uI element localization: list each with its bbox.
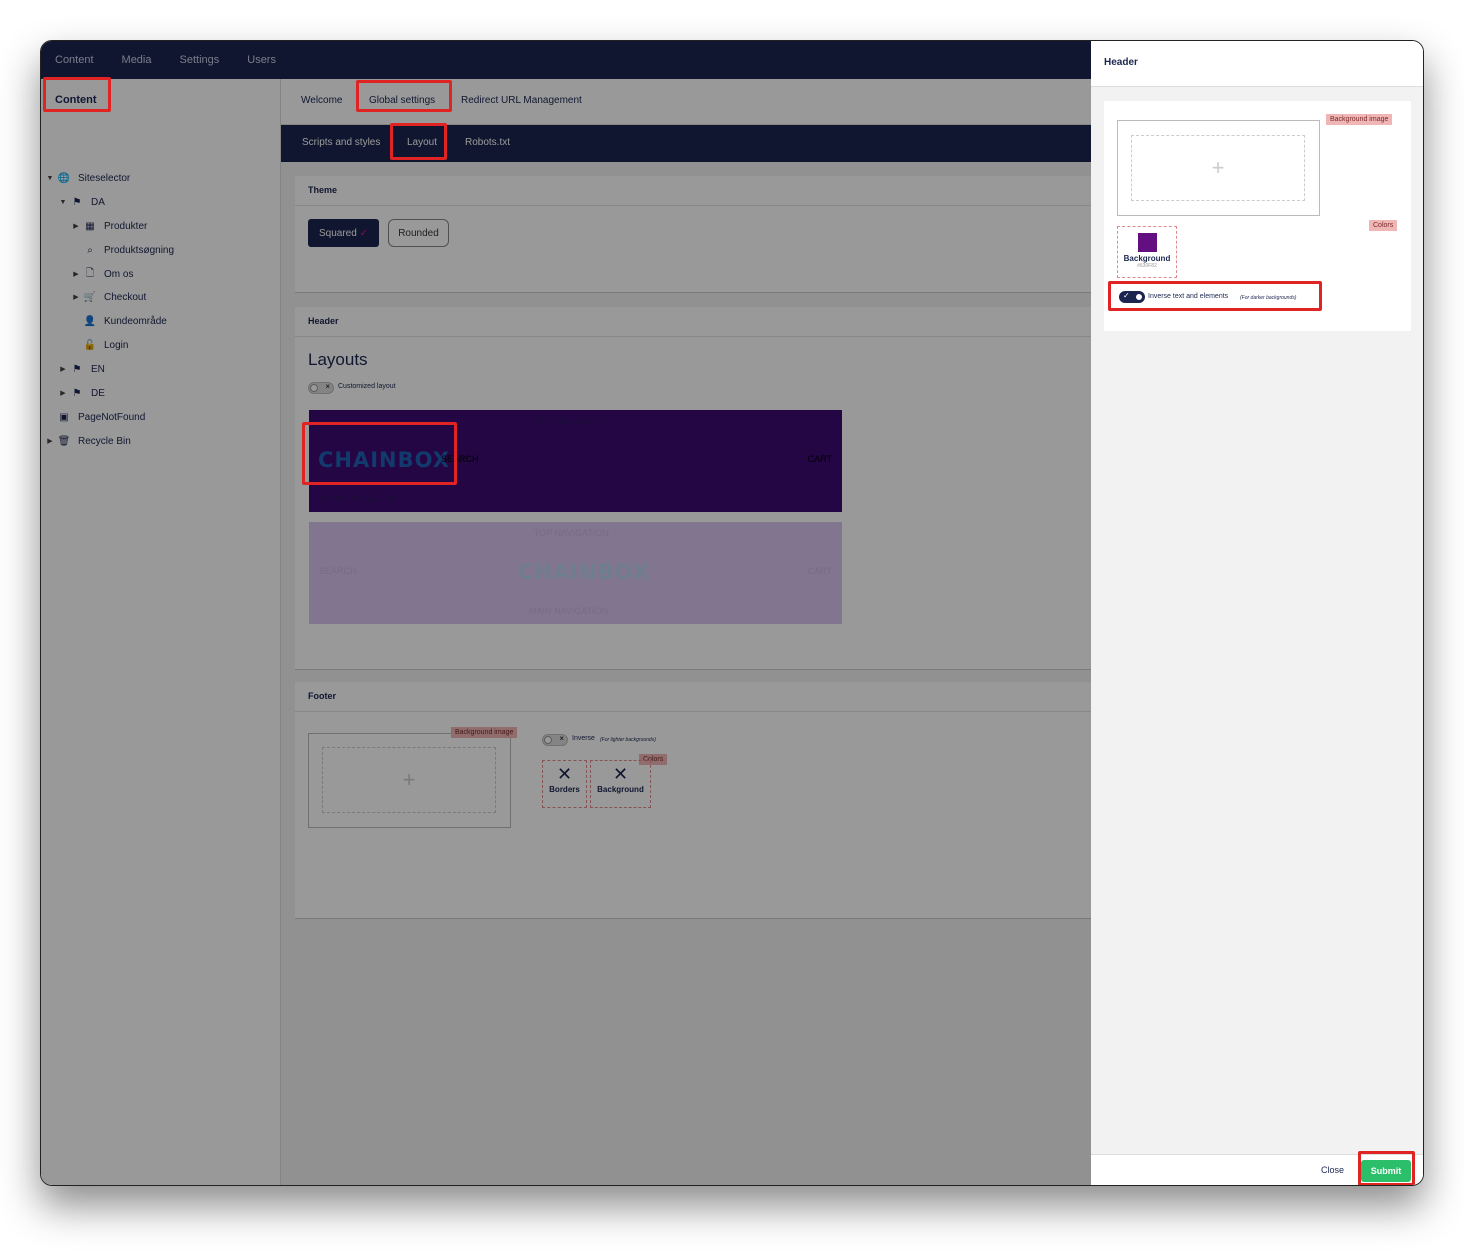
highlight-inverse-toggle bbox=[1108, 281, 1322, 311]
panel-title: Header bbox=[1091, 41, 1423, 87]
plus-icon: + bbox=[1211, 155, 1225, 180]
color-swatch bbox=[1137, 233, 1157, 252]
app-window: Content Media Settings Users Content ▼ 🌐 S… bbox=[40, 40, 1424, 1186]
background-image-tag: Background image bbox=[1326, 114, 1393, 125]
highlight-global-settings bbox=[356, 80, 452, 112]
colors-tag: Colors bbox=[1369, 220, 1398, 231]
highlight-layout bbox=[390, 123, 447, 160]
close-button[interactable]: Close bbox=[1321, 1165, 1344, 1175]
background-hex: #630F82 bbox=[1137, 263, 1157, 269]
modal-overlay[interactable] bbox=[41, 41, 1091, 1185]
highlight-content bbox=[43, 77, 111, 112]
header-background-image[interactable]: + bbox=[1117, 120, 1320, 216]
highlight-chainbox bbox=[302, 422, 457, 485]
add-image-dropzone[interactable]: + bbox=[1131, 135, 1305, 201]
background-label: Background bbox=[1123, 254, 1171, 263]
header-settings-panel: Header + Background image Colors Backgro… bbox=[1091, 41, 1423, 1185]
highlight-submit bbox=[1358, 1151, 1415, 1185]
header-background-color[interactable]: Background #630F82 bbox=[1117, 226, 1177, 278]
